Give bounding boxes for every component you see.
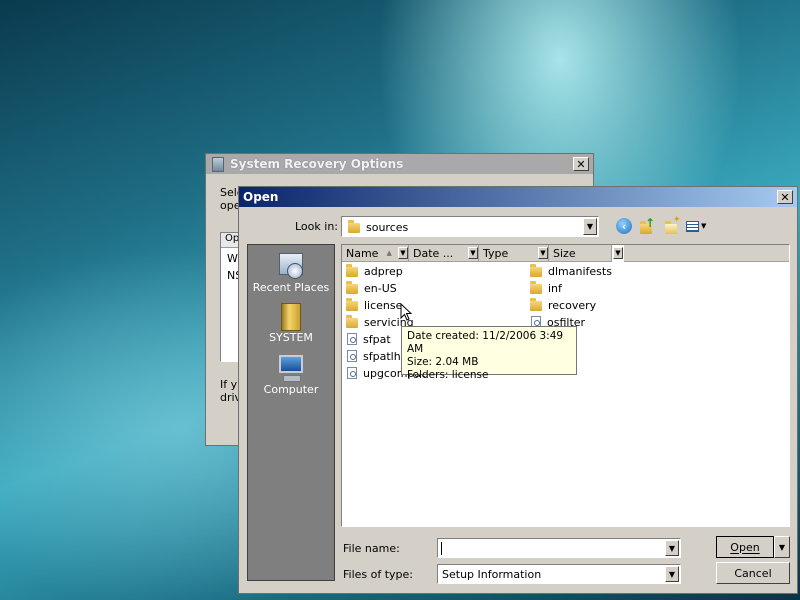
setup-file-icon	[347, 350, 357, 362]
list-item[interactable]: sfpat	[347, 331, 391, 347]
chevron-down-icon[interactable]: ▼	[665, 566, 679, 582]
file-tooltip: Date created: 11/2/2006 3:49 AM Size: 2.…	[401, 326, 577, 381]
folder-icon	[530, 264, 542, 277]
system-recovery-close-button[interactable]: ✕	[573, 157, 589, 171]
chevron-down-icon[interactable]: ▼	[613, 247, 623, 259]
system-folder-icon	[280, 301, 302, 331]
column-header-size[interactable]: Size	[549, 245, 612, 262]
place-recent-places[interactable]: Recent Places	[249, 251, 333, 294]
folder-icon	[530, 281, 542, 294]
folder-icon	[346, 281, 358, 294]
mouse-cursor-icon	[400, 303, 413, 321]
file-name-input[interactable]: ▼	[437, 538, 681, 558]
open-button[interactable]: Open	[716, 536, 774, 558]
item-label: license	[364, 298, 403, 312]
open-options-button[interactable]: ▼	[774, 536, 790, 558]
cancel-button-label: Cancel	[734, 566, 772, 580]
column-header-filler	[624, 245, 789, 262]
place-system[interactable]: SYSTEM	[249, 301, 333, 344]
open-dialog: Open ✕ Look in: sources ▼ ‹ ↑ ✦ ▼ Recent…	[238, 186, 798, 594]
file-type-value: Setup Information	[442, 568, 542, 581]
list-item[interactable]: recovery	[530, 297, 596, 313]
item-label: sfpat	[363, 332, 391, 346]
column-label: Date ...	[413, 246, 454, 260]
open-button-label: Open	[730, 540, 760, 554]
place-label: SYSTEM	[269, 331, 313, 344]
folder-icon	[346, 315, 358, 328]
system-recovery-title: System Recovery Options	[230, 157, 404, 171]
place-label: Computer	[263, 383, 319, 396]
file-name-label: File name:	[343, 542, 400, 555]
setup-file-icon	[347, 367, 357, 379]
places-bar: Recent Places SYSTEM Computer	[247, 244, 335, 581]
file-list[interactable]: Name ▲ ▼ Date ... ▼ Type ▼ Size ▼ adprep…	[341, 244, 790, 527]
system-recovery-titlebar[interactable]: System Recovery Options	[206, 154, 593, 174]
item-label: en-US	[364, 281, 397, 295]
column-label: Size	[553, 246, 576, 260]
list-item[interactable]: dlmanifests	[530, 263, 612, 279]
look-in-value: sources	[366, 221, 409, 234]
up-folder-icon[interactable]: ↑	[640, 216, 656, 234]
column-label: Type	[483, 246, 509, 260]
item-label: inf	[548, 281, 562, 295]
tooltip-line: Size: 2.04 MB	[407, 356, 479, 368]
recent-places-icon	[277, 251, 305, 281]
tooltip-line: Folders: license	[407, 369, 489, 381]
place-label: Recent Places	[252, 281, 330, 294]
computer-icon	[276, 353, 306, 383]
open-dialog-title: Open	[243, 190, 279, 204]
place-computer[interactable]: Computer	[249, 353, 333, 396]
folder-icon	[530, 298, 542, 311]
tooltip-line: Date created: 11/2/2006 3:49 AM	[407, 330, 564, 355]
new-folder-icon[interactable]: ✦	[664, 215, 681, 234]
file-type-label: Files of type:	[343, 568, 414, 581]
folder-icon	[346, 264, 358, 277]
chevron-down-icon[interactable]: ▼	[583, 218, 597, 235]
cancel-button[interactable]: Cancel	[716, 562, 790, 584]
list-item[interactable]: adprep	[346, 263, 403, 279]
look-in-label: Look in:	[295, 220, 338, 233]
folder-icon	[348, 220, 360, 233]
open-dialog-titlebar[interactable]: Open	[239, 187, 797, 207]
chevron-down-icon[interactable]: ▼	[665, 540, 679, 556]
folder-icon	[346, 298, 358, 311]
open-dialog-close-button[interactable]: ✕	[777, 190, 793, 204]
system-recovery-text: If y	[220, 378, 238, 391]
sort-up-icon: ▲	[386, 249, 392, 257]
view-menu-icon[interactable]: ▼	[686, 218, 710, 234]
list-item[interactable]: inf	[530, 280, 562, 296]
chevron-down-icon[interactable]: ▼	[398, 247, 408, 259]
list-item[interactable]: en-US	[346, 280, 397, 296]
back-icon[interactable]: ‹	[616, 218, 632, 234]
look-in-combobox[interactable]: sources ▼	[341, 216, 599, 237]
column-label: Name	[346, 246, 379, 260]
system-recovery-app-icon	[212, 156, 224, 172]
list-item[interactable]: license	[346, 297, 402, 313]
chevron-down-icon[interactable]: ▼	[538, 247, 548, 259]
text-caret	[441, 542, 442, 555]
item-label: dlmanifests	[548, 264, 612, 278]
file-type-select[interactable]: Setup Information ▼	[437, 564, 681, 584]
item-label: recovery	[548, 298, 597, 312]
item-label: adprep	[364, 264, 403, 278]
chevron-down-icon[interactable]: ▼	[468, 247, 478, 259]
setup-file-icon	[347, 333, 357, 345]
list-item[interactable]: sfpatlh	[347, 348, 401, 364]
item-label: sfpatlh	[363, 349, 401, 363]
